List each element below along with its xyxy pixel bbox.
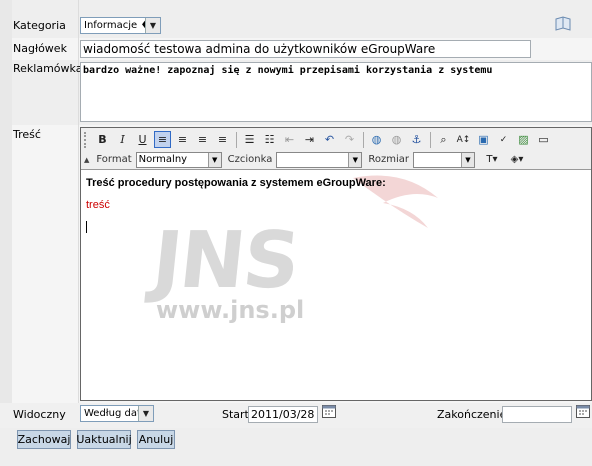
chevron-down-icon: ▼ xyxy=(145,18,160,33)
start-label: Start xyxy=(222,408,249,421)
headline-input[interactable]: wiadomość testowa admina do użytkowników… xyxy=(80,40,531,58)
format-label: Format xyxy=(96,154,132,165)
teaser-text: bardzo ważne! zapoznaj się z nowymi prze… xyxy=(83,65,493,76)
background-color-icon[interactable]: ◈▾ xyxy=(506,151,528,168)
help-book-icon[interactable] xyxy=(554,15,572,33)
headline-input-value: wiadomość testowa admina do użytkowników… xyxy=(83,42,436,56)
chevron-down-icon: ▼ xyxy=(348,152,362,167)
category-label: Kategoria xyxy=(13,19,66,32)
font-label: Czcionka xyxy=(227,154,273,165)
toolbar-grip xyxy=(84,131,88,148)
replace-icon[interactable]: A↕ xyxy=(455,131,472,148)
anchor-icon[interactable]: ⚓ xyxy=(408,131,425,148)
size-select[interactable]: ▼ xyxy=(412,151,475,168)
align-justify-icon[interactable]: ≡ xyxy=(214,131,231,148)
find-icon[interactable]: ⌕ xyxy=(435,131,452,148)
category-select-value: Informacje ♦ xyxy=(84,20,150,31)
outdent-icon[interactable]: ⇤ xyxy=(281,131,298,148)
teaser-textarea[interactable]: bardzo ważne! zapoznaj się z nowymi prze… xyxy=(80,62,592,122)
toolbar-separator xyxy=(236,131,237,148)
unlink-icon[interactable]: ◍ xyxy=(388,131,405,148)
watermark-logo: JNS xyxy=(148,216,303,306)
align-right-icon[interactable]: ≡ xyxy=(194,131,211,148)
visibility-label: Widoczny xyxy=(13,408,66,421)
chevron-down-icon: ▼ xyxy=(460,152,474,167)
toolbar-separator xyxy=(430,131,431,148)
start-date-value: 2011/03/28 xyxy=(251,408,315,421)
insert-link-icon[interactable]: ◍ xyxy=(368,131,385,148)
start-calendar-icon[interactable] xyxy=(321,403,337,419)
italic-icon[interactable]: I xyxy=(114,131,131,148)
toolbar-separator xyxy=(363,131,364,148)
bold-icon[interactable]: B xyxy=(94,131,111,148)
spellcheck-icon[interactable]: ✓ xyxy=(495,131,512,148)
font-select[interactable]: ▼ xyxy=(276,151,363,168)
format-select[interactable]: Normalny ▼ xyxy=(135,151,222,168)
chevron-down-icon: ▼ xyxy=(207,152,221,167)
text-cursor xyxy=(86,221,87,233)
start-date-input[interactable]: 2011/03/28 xyxy=(248,406,318,423)
end-calendar-icon[interactable] xyxy=(575,403,591,419)
teaser-label: Reklamówka xyxy=(13,62,83,75)
bullet-list-icon[interactable]: ☰ xyxy=(241,131,258,148)
align-left-icon[interactable]: ≡ xyxy=(154,131,171,148)
rich-text-editor[interactable]: B I U ≡ ≡ ≡ ≡ ☰ ☷ ⇤ ⇥ ↶ ↷ ◍ ◍ ⚓ ⌕ A↕ ▣ ✓… xyxy=(80,127,592,401)
cancel-button[interactable]: Anuluj xyxy=(137,430,175,449)
text-color-icon[interactable]: T▾ xyxy=(481,151,503,168)
toolbar-row-2: ▲ Format Normalny ▼ Czcionka ▼ Rozmiar ▼… xyxy=(81,149,591,170)
underline-icon[interactable]: U xyxy=(134,131,151,148)
undo-icon[interactable]: ↶ xyxy=(321,131,338,148)
visibility-select[interactable]: Według daty ▼ xyxy=(80,405,154,422)
chevron-down-icon: ▼ xyxy=(138,406,153,421)
redo-icon[interactable]: ↷ xyxy=(341,131,358,148)
content-label: Treść xyxy=(13,128,41,141)
category-select[interactable]: Informacje ♦ ▼ xyxy=(80,17,161,34)
column-divider xyxy=(78,0,79,403)
toolbar-row-1: B I U ≡ ≡ ≡ ≡ ☰ ☷ ⇤ ⇥ ↶ ↷ ◍ ◍ ⚓ ⌕ A↕ ▣ ✓… xyxy=(81,129,591,150)
watermark-url: www.jns.pl xyxy=(156,296,305,324)
end-date-input[interactable] xyxy=(502,406,572,423)
insert-table-icon[interactable]: ▭ xyxy=(535,131,552,148)
label-gutter xyxy=(0,0,12,403)
align-center-icon[interactable]: ≡ xyxy=(174,131,191,148)
insert-image-icon[interactable]: ▨ xyxy=(515,131,532,148)
update-button[interactable]: Uaktualnij xyxy=(76,430,132,449)
headline-label: Nagłówek xyxy=(13,42,67,55)
end-label: Zakończenie xyxy=(437,408,507,421)
toolbar-collapse-icon[interactable]: ▲ xyxy=(84,156,89,164)
select-all-icon[interactable]: ▣ xyxy=(475,131,492,148)
editor-toolbar: B I U ≡ ≡ ≡ ≡ ☰ ☷ ⇤ ⇥ ↶ ↷ ◍ ◍ ⚓ ⌕ A↕ ▣ ✓… xyxy=(81,128,591,170)
format-select-value: Normalny xyxy=(138,154,188,165)
content-heading: Treść procedury postępowania z systemem … xyxy=(86,177,386,189)
size-label: Rozmiar xyxy=(368,154,409,165)
save-button[interactable]: Zachowaj xyxy=(17,430,71,449)
numbered-list-icon[interactable]: ☷ xyxy=(261,131,278,148)
indent-icon[interactable]: ⇥ xyxy=(301,131,318,148)
content-body: treść xyxy=(86,199,110,211)
